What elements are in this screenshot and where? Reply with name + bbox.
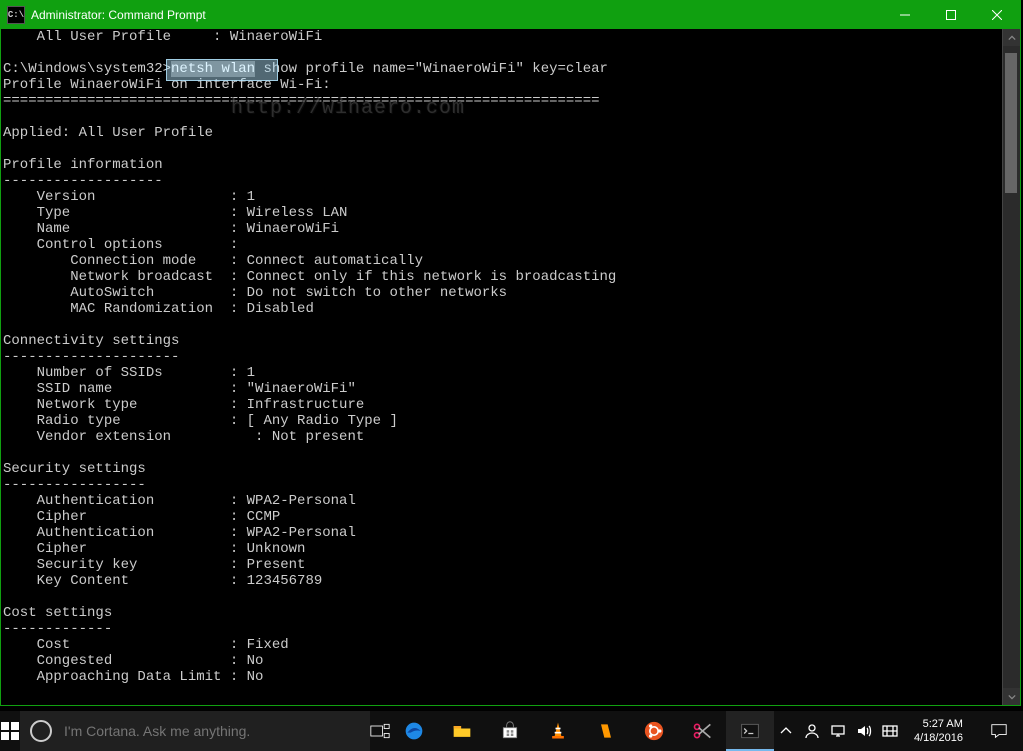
people-icon[interactable] [804, 723, 820, 739]
scrollbar-thumb[interactable] [1005, 53, 1017, 193]
titlebar[interactable]: C:\ Administrator: Command Prompt [1, 1, 1020, 29]
windows-logo-icon [0, 721, 20, 741]
taskbar-app-vlc[interactable] [534, 711, 582, 751]
search-input[interactable] [62, 722, 360, 740]
vlc-icon [548, 721, 568, 741]
maximize-button[interactable] [928, 1, 974, 29]
command-line[interactable]: C:\Windows\system32>netsh wlan show prof… [3, 61, 1000, 77]
cortana-icon [30, 720, 52, 742]
action-center-button[interactable] [979, 711, 1019, 751]
taskbar-app-snipping[interactable] [678, 711, 726, 751]
scissors-icon [692, 721, 712, 741]
start-button[interactable] [0, 711, 20, 751]
taskbar-app-store[interactable] [486, 711, 534, 751]
pinned-apps [390, 711, 774, 751]
ubuntu-icon [644, 721, 664, 741]
tray-clock[interactable]: 5:27 AM 4/18/2016 [908, 717, 969, 745]
app-icon: C:\ [7, 6, 25, 24]
minimize-button[interactable] [882, 1, 928, 29]
edge-icon [404, 721, 424, 741]
volume-icon[interactable] [856, 723, 872, 739]
task-view-icon [370, 721, 390, 741]
cortana-search[interactable] [20, 711, 370, 751]
command-prompt-window: C:\ Administrator: Command Prompt All Us… [0, 0, 1021, 706]
tray-date: 4/18/2016 [914, 731, 963, 745]
system-tray: 5:27 AM 4/18/2016 [774, 711, 1023, 751]
task-view-button[interactable] [370, 711, 390, 751]
input-language-icon[interactable] [882, 723, 898, 739]
store-icon [500, 721, 520, 741]
tray-time: 5:27 AM [914, 717, 963, 731]
notification-icon [990, 722, 1008, 740]
taskbar-app-cmd[interactable] [726, 711, 774, 751]
terminal-icon [740, 721, 760, 741]
taskbar-app-edge[interactable] [390, 711, 438, 751]
winamp-icon [596, 721, 616, 741]
taskbar: 5:27 AM 4/18/2016 [0, 711, 1023, 751]
folder-icon [452, 721, 472, 741]
console-output[interactable]: All User Profile : WinaeroWiFi C:\Window… [1, 29, 1002, 705]
close-button[interactable] [974, 1, 1020, 29]
tray-overflow-button[interactable] [778, 723, 794, 739]
window-title: Administrator: Command Prompt [31, 8, 882, 22]
scroll-down-button[interactable] [1003, 688, 1020, 705]
scroll-up-button[interactable] [1003, 29, 1020, 46]
vertical-scrollbar[interactable] [1002, 29, 1020, 705]
taskbar-app-winamp[interactable] [582, 711, 630, 751]
taskbar-app-file-explorer[interactable] [438, 711, 486, 751]
taskbar-app-ubuntu[interactable] [630, 711, 678, 751]
network-icon[interactable] [830, 723, 846, 739]
